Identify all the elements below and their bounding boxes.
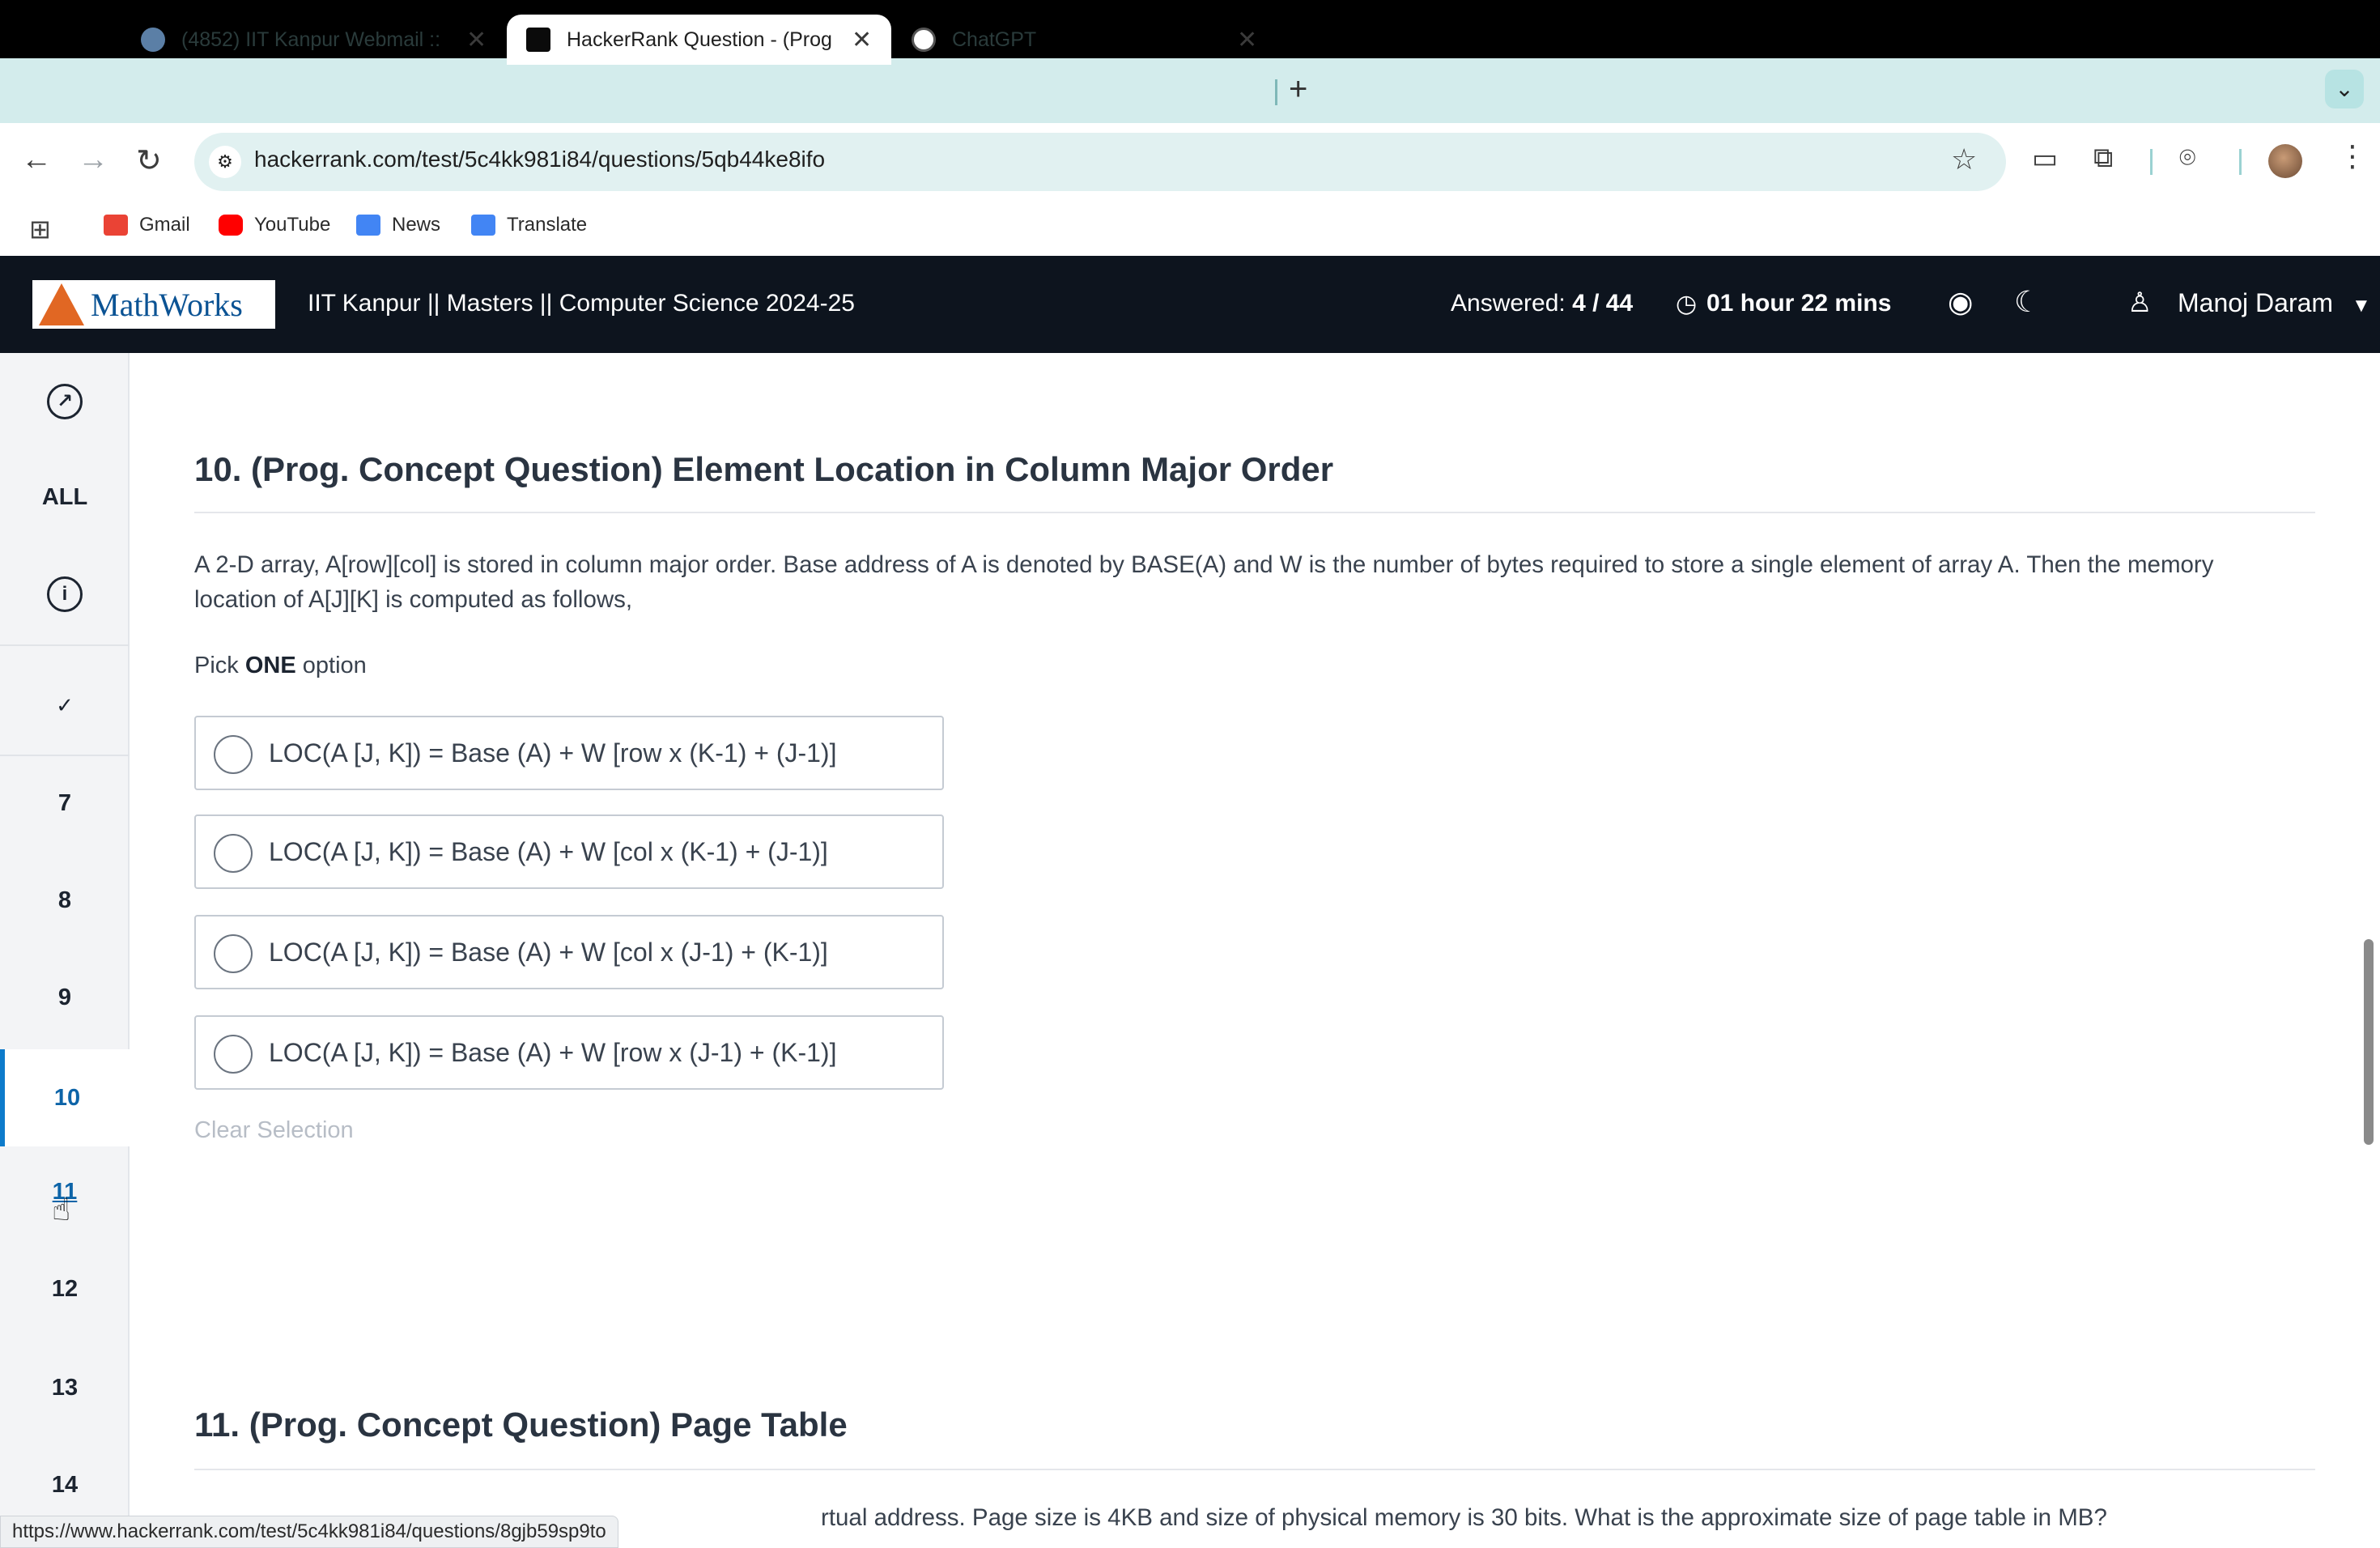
tab-webmail[interactable]: (4852) IIT Kanpur Webmail :: ✕ [121, 15, 506, 65]
clear-selection-link[interactable]: Clear Selection [194, 1117, 354, 1144]
pick-count: ONE [244, 653, 296, 678]
question-7[interactable]: 7 [0, 790, 130, 817]
tab-strip [0, 58, 2380, 123]
reload-icon[interactable]: ↻ [136, 142, 162, 179]
chevron-down-icon: ▼ [2351, 295, 2371, 317]
user-menu[interactable]: Manoj Daram ▼ [2178, 288, 2371, 318]
bookmark-translate[interactable]: Translate [471, 214, 587, 236]
pick-instruction: Pick ONE option [194, 653, 367, 679]
filter-all[interactable]: ALL [0, 484, 130, 511]
option-3[interactable]: LOC(A [J, K]) = Base (A) + W [col x (J-1… [194, 915, 944, 989]
back-icon[interactable]: ← [21, 142, 52, 177]
sidebar-divider [0, 644, 130, 646]
user-icon: ♙ [2127, 287, 2153, 318]
bookmark-news[interactable]: News [356, 214, 440, 236]
answered-value: 4 / 44 [1572, 290, 1634, 317]
question-9[interactable]: 9 [0, 985, 130, 1011]
link-preview-status: https://www.hackerrank.com/test/5c4kk981… [0, 1516, 618, 1548]
tab-chatgpt[interactable]: ChatGPT ✕ [892, 15, 1277, 65]
pick-suffix: option [302, 653, 367, 678]
tab-title: ChatGPT [952, 28, 1037, 51]
pick-prefix: Pick [194, 653, 239, 678]
compass-icon[interactable]: ↗ [47, 384, 83, 419]
question-12[interactable]: 12 [0, 1276, 130, 1303]
tab-separator [1275, 79, 1277, 105]
bookmark-label: News [392, 214, 441, 236]
hackerrank-favicon-icon [526, 28, 550, 52]
question-14[interactable]: 14 [0, 1472, 130, 1499]
option-1[interactable]: LOC(A [J, K]) = Base (A) + W [row x (K-1… [194, 716, 944, 790]
apps-grid-icon[interactable]: ⊞ [29, 214, 51, 245]
close-icon[interactable]: ✕ [852, 26, 872, 54]
membrane-logo-icon [39, 283, 84, 325]
time-remaining: 01 hour 22 mins [1706, 290, 1892, 317]
site-settings-icon[interactable]: ⚙ [209, 146, 241, 178]
news-icon [356, 215, 380, 236]
profile-avatar[interactable] [2268, 144, 2302, 178]
tab-title: (4852) IIT Kanpur Webmail :: [181, 28, 441, 51]
answered-count: Answered: 4 / 44 [1451, 290, 1633, 317]
mathworks-logo: MathWorks [32, 280, 275, 329]
close-icon[interactable]: ✕ [466, 26, 487, 54]
tab-search-button[interactable]: ⌄ [2325, 70, 2364, 108]
bookmark-label: Gmail [139, 214, 190, 236]
dark-mode-icon[interactable]: ☾ [2014, 285, 2040, 319]
title-divider [194, 1469, 2315, 1470]
radio-button[interactable] [214, 934, 253, 973]
question-8[interactable]: 8 [0, 887, 130, 914]
title-divider [194, 512, 2315, 513]
answered-label: Answered: [1451, 290, 1566, 317]
eye-icon[interactable]: ◉ [1948, 285, 1973, 319]
new-tab-button[interactable]: + [1289, 71, 1307, 108]
url-text[interactable]: hackerrank.com/test/5c4kk981i84/question… [254, 147, 825, 172]
translate-icon [471, 215, 495, 236]
youtube-icon [219, 215, 243, 236]
close-icon[interactable]: ✕ [1237, 26, 1257, 54]
bookmark-star-icon[interactable]: ☆ [1951, 142, 1977, 176]
question-13[interactable]: 13 [0, 1375, 130, 1401]
tab-hackerrank[interactable]: HackerRank Question - (Prog ✕ [507, 15, 892, 65]
option-text: LOC(A [J, K]) = Base (A) + W [row x (K-1… [269, 738, 837, 768]
next-question-title: 11. (Prog. Concept Question) Page Table [194, 1406, 848, 1444]
bookmark-gmail[interactable]: Gmail [104, 214, 190, 236]
test-title: IIT Kanpur || Masters || Computer Scienc… [308, 290, 855, 317]
bookmark-label: YouTube [254, 214, 331, 236]
forward-icon[interactable]: → [78, 142, 108, 177]
option-4[interactable]: LOC(A [J, K]) = Base (A) + W [row x (J-1… [194, 1015, 944, 1090]
mouse-cursor-icon: ☝ [52, 1193, 71, 1227]
next-question-body: rtual address. Page size is 4KB and size… [821, 1504, 2107, 1531]
option-text: LOC(A [J, K]) = Base (A) + W [col x (K-1… [269, 837, 828, 866]
cast-icon[interactable]: ▭ [2032, 142, 2058, 175]
answered-check-icon[interactable]: ✓ [0, 693, 130, 718]
toolbar-separator [2150, 149, 2153, 175]
bookmark-youtube[interactable]: YouTube [219, 214, 330, 236]
radio-button[interactable] [214, 735, 253, 774]
option-text: LOC(A [J, K]) = Base (A) + W [col x (J-1… [269, 938, 828, 967]
clock-icon: ◷ [1676, 291, 1698, 317]
question-10[interactable]: 10 [0, 1049, 130, 1146]
option-text: LOC(A [J, K]) = Base (A) + W [row x (J-1… [269, 1038, 837, 1067]
question-body: A 2-D array, A[row][col] is stored in co… [194, 551, 2214, 613]
info-icon[interactable]: i [47, 576, 83, 612]
user-name: Manoj Daram [2178, 288, 2334, 317]
question-title: 10. (Prog. Concept Question) Element Loc… [194, 450, 1334, 488]
logo-text: MathWorks [91, 286, 243, 323]
toolbar-separator [2239, 149, 2242, 175]
webmail-favicon-icon [141, 28, 165, 52]
tab-title: HackerRank Question - (Prog [567, 28, 832, 51]
option-2[interactable]: LOC(A [J, K]) = Base (A) + W [col x (K-1… [194, 814, 944, 889]
scrollbar-thumb[interactable] [2364, 939, 2374, 1145]
extensions-icon[interactable]: ⧉ [2093, 142, 2113, 174]
radio-button[interactable] [214, 1035, 253, 1074]
screenshot-icon[interactable]: ⌾ [2179, 142, 2195, 174]
question-navigator [0, 353, 130, 1548]
sidebar-divider [0, 755, 130, 756]
bookmark-label: Translate [507, 214, 588, 236]
radio-button[interactable] [214, 834, 253, 873]
chatgpt-favicon-icon [912, 28, 936, 52]
browser-menu-icon[interactable]: ⋮ [2338, 139, 2367, 173]
gmail-icon [104, 215, 128, 236]
